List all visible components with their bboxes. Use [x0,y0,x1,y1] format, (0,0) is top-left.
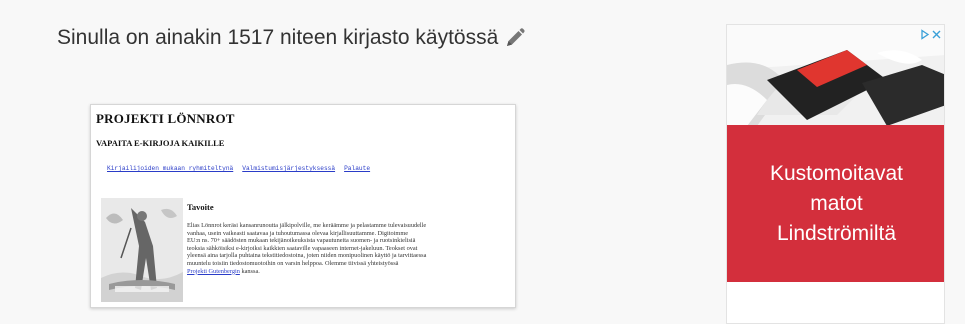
preview-gutenberg-link[interactable]: Projekti Gutenbergin [187,268,240,275]
adchoices-icon[interactable] [919,27,930,40]
library-size-heading: Sinulla on ainakin 1517 niteen kirjasto … [57,26,526,50]
preview-body-line: teoksia sähköisiksi e-kirjoiksi kaikkien… [187,244,418,252]
preview-body-text: Elias Lönnrot keräsi kansanrunoutta jälk… [187,222,509,275]
preview-body-line: Elias Lönnrot keräsi kansanrunoutta jälk… [187,222,427,229]
preview-subtitle: VAPAITA E-KIRJOJA KAIKILLE [96,138,225,148]
preview-body-tail: kanssa. [239,267,260,275]
library-size-text: Sinulla on ainakin 1517 niteen kirjasto … [57,26,499,49]
preview-body-line: muuntelu toisiin tiedostomuotoihin on va… [187,259,399,267]
preview-body-line: vanhaa, usein vaikeasti saatavaa ja tuho… [187,229,409,237]
preview-title: PROJEKTI LÖNNROT [96,111,235,126]
advertisement[interactable]: Kustomoitavat matot Lindströmiltä [726,24,945,324]
ad-text[interactable]: Kustomoitavat matot Lindströmiltä [752,159,922,249]
preview-link-by-completion[interactable]: Valmistumisjärjestyksessä [242,165,335,172]
preview-nav-links: Kirjailijoiden mukaan ryhmiteltynä Valmi… [107,165,370,172]
close-icon[interactable] [931,27,942,39]
preview-section-title: Tavoite [187,202,214,212]
preview-body-line: yleensä aina tarjolla puhtaina tekstitie… [187,252,427,260]
website-preview[interactable]: PROJEKTI LÖNNROT VAPAITA E-KIRJOJA KAIKI… [90,104,516,308]
ad-text-panel[interactable]: Kustomoitavat matot Lindströmiltä [727,125,944,282]
preview-link-by-author[interactable]: Kirjailijoiden mukaan ryhmiteltynä [107,165,233,172]
preview-link-feedback[interactable]: Palaute [344,165,370,172]
lonnrot-illustration [101,198,183,302]
preview-body-last-line: Projekti Gutenbergin kanssa. [187,268,509,276]
ad-photo-mats[interactable] [727,25,944,126]
ad-choices[interactable] [919,27,942,40]
preview-body-line: EU:n ns. 70+ säädösten mukaan tekijänoik… [187,237,416,245]
pencil-icon[interactable] [504,27,526,49]
